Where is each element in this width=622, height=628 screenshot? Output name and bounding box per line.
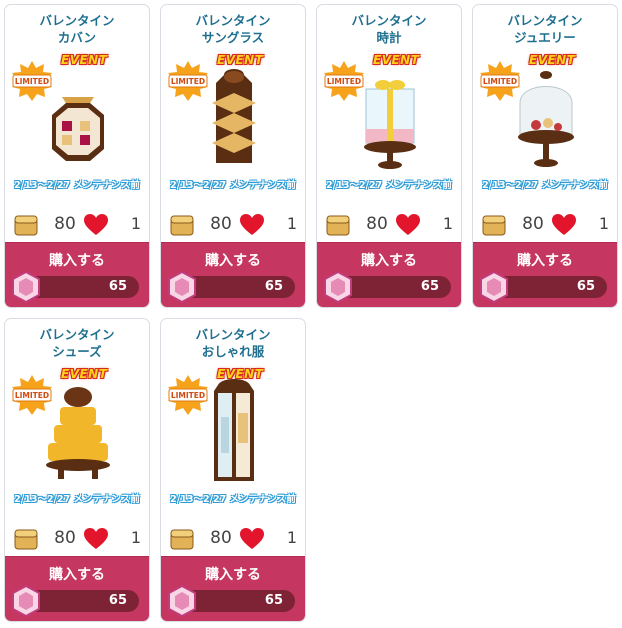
- shoes-tower-icon: [46, 387, 110, 479]
- wardrobe-icon: [214, 379, 254, 481]
- item-title: バレンタイン おしゃれ服: [195, 327, 271, 359]
- buy-label: 購入する: [205, 567, 261, 583]
- item-title: バレンタイン カバン: [39, 13, 115, 45]
- item-title: バレンタイン シューズ: [39, 327, 115, 359]
- gift-box-icon: [170, 215, 194, 236]
- sale-period: 2/13～2/27 メンテナンス前: [14, 494, 140, 505]
- shop-item-card[interactable]: バレンタイン おしゃれ服 LIMITED EVENT 2/13～2/27 メンテナ…: [160, 318, 306, 622]
- gem-icon: [168, 271, 196, 303]
- sale-period: 2/13～2/27 メンテナンス前: [482, 180, 608, 191]
- buy-label: 購入する: [361, 253, 417, 269]
- item-title: バレンタイン ジュエリー: [507, 13, 583, 45]
- shop-item-card[interactable]: バレンタイン シューズ LIMITED EVENT 2/13～2/27 メンテナン…: [4, 318, 150, 622]
- shop-item-card[interactable]: バレンタイン ジュエリー LIMITED EVENT 2/13～2/27 メンテナ…: [472, 4, 618, 308]
- price-value: 80: [210, 528, 232, 548]
- heart-icon: [396, 214, 420, 235]
- cost-value: 65: [108, 279, 127, 294]
- gift-box-icon: [14, 529, 38, 550]
- sunglasses-display-icon: [212, 69, 256, 163]
- gem-icon: [12, 585, 40, 617]
- price-value: 80: [54, 528, 76, 548]
- shop-item-card[interactable]: バレンタイン 時計 LIMITED EVENT 2/13～2/27 メンテナンス前…: [316, 4, 462, 308]
- cost-value: 65: [576, 279, 595, 294]
- cost-value: 65: [264, 593, 283, 608]
- price-value: 80: [366, 214, 388, 234]
- buy-button[interactable]: 購入する 65: [5, 242, 149, 307]
- buy-label: 購入する: [49, 253, 105, 269]
- buy-label: 購入する: [517, 253, 573, 269]
- price-value: 80: [522, 214, 544, 234]
- gift-box-icon: [326, 215, 350, 236]
- likes-count: 1: [130, 214, 141, 233]
- gift-box-icon: [170, 529, 194, 550]
- buy-label: 購入する: [49, 567, 105, 583]
- gem-icon: [168, 585, 196, 617]
- shop-item-card[interactable]: バレンタイン サングラス LIMITED EVENT 2/13～2/27 メンテナ…: [160, 4, 306, 308]
- jewelry-dome-icon: [518, 71, 574, 167]
- watch-case-icon: [364, 80, 416, 169]
- price-value: 80: [54, 214, 76, 234]
- gift-box-icon: [14, 215, 38, 236]
- cost-value: 65: [420, 279, 439, 294]
- gem-icon: [480, 271, 508, 303]
- likes-count: 1: [598, 214, 609, 233]
- likes-count: 1: [130, 528, 141, 547]
- cost-value: 65: [108, 593, 127, 608]
- sale-period: 2/13～2/27 メンテナンス前: [14, 180, 140, 191]
- cost-value: 65: [264, 279, 283, 294]
- buy-button[interactable]: 購入する 65: [5, 556, 149, 621]
- price-value: 80: [210, 214, 232, 234]
- item-title: バレンタイン 時計: [351, 13, 427, 45]
- gem-icon: [324, 271, 352, 303]
- likes-count: 1: [442, 214, 453, 233]
- shop-item-card[interactable]: バレンタイン カバン LIMITED EVENT 2/13～2/27 メンテナンス…: [4, 4, 150, 308]
- heart-icon: [240, 528, 264, 549]
- heart-icon: [84, 528, 108, 549]
- item-title: バレンタイン サングラス: [195, 13, 271, 45]
- sale-period: 2/13～2/27 メンテナンス前: [170, 494, 296, 505]
- buy-button[interactable]: 購入する 65: [473, 242, 617, 307]
- heart-icon: [552, 214, 576, 235]
- sale-period: 2/13～2/27 メンテナンス前: [326, 180, 452, 191]
- buy-label: 購入する: [205, 253, 261, 269]
- likes-count: 1: [286, 214, 297, 233]
- likes-count: 1: [286, 528, 297, 547]
- sale-period: 2/13～2/27 メンテナンス前: [170, 180, 296, 191]
- gem-icon: [12, 271, 40, 303]
- heart-icon: [84, 214, 108, 235]
- gift-box-icon: [482, 215, 506, 236]
- buy-button[interactable]: 購入する 65: [161, 242, 305, 307]
- heart-icon: [240, 214, 264, 235]
- buy-button[interactable]: 購入する 65: [161, 556, 305, 621]
- buy-button[interactable]: 購入する 65: [317, 242, 461, 307]
- bag-icon: [52, 97, 104, 161]
